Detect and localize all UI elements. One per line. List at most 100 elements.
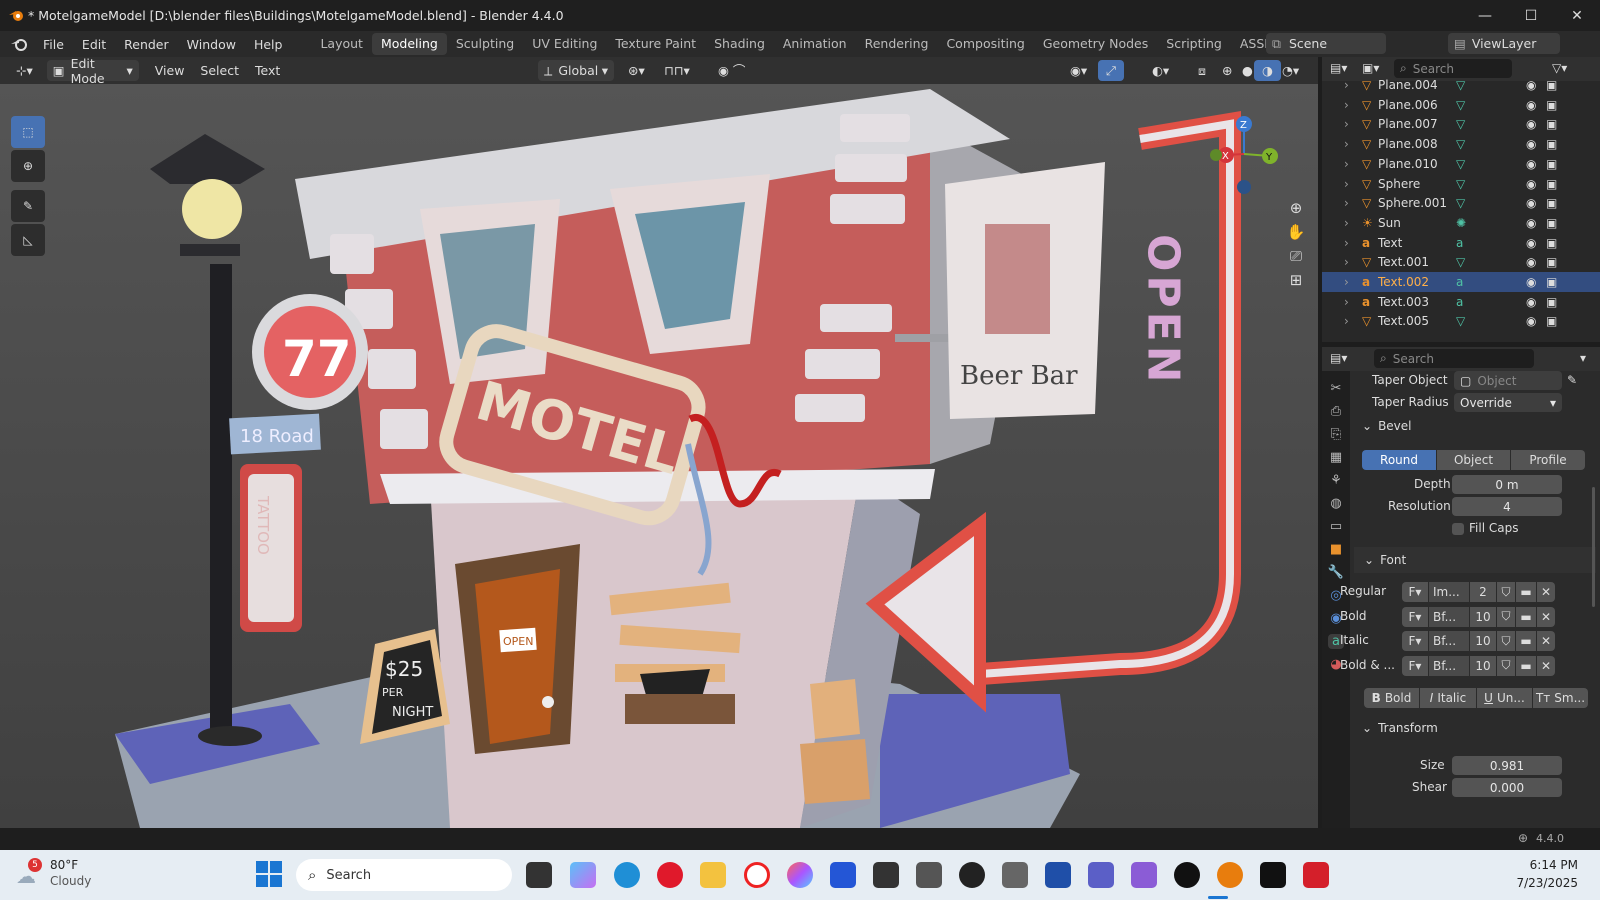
clock-time[interactable]: 6:14 PM (1498, 858, 1578, 872)
render-camera-icon[interactable]: ▣ (1546, 196, 1557, 210)
expand-chevron-icon[interactable]: › (1344, 98, 1349, 112)
render-camera-icon[interactable]: ▣ (1546, 137, 1557, 151)
app-icon-3[interactable] (1260, 862, 1286, 888)
mesh-data-icon[interactable]: ▽ (1456, 196, 1465, 210)
expand-chevron-icon[interactable]: › (1344, 255, 1349, 269)
menu-render[interactable]: Render (115, 37, 178, 52)
pinterest-icon[interactable] (657, 862, 683, 888)
font-name-field[interactable]: Bf... (1429, 655, 1469, 676)
outliner-row[interactable]: › ▽ Plane.010 ▽ ◉ ▣ (1322, 154, 1600, 174)
open-folder-icon[interactable]: ▬ (1516, 582, 1536, 602)
visibility-eye-icon[interactable]: ◉ (1526, 275, 1536, 289)
font-browse-icon[interactable]: F▾ (1402, 606, 1428, 627)
italic-toggle[interactable]: I Italic (1420, 688, 1476, 708)
blender-menu-icon[interactable] (10, 37, 28, 51)
world-tab-icon[interactable]: ◍ (1330, 496, 1341, 511)
outliner-row[interactable]: › a Text.002 a ◉ ▣ (1322, 272, 1600, 292)
visibility-eye-icon[interactable]: ◉ (1526, 78, 1536, 92)
visibility-eye-icon[interactable]: ◉ (1526, 98, 1536, 112)
render-camera-icon[interactable]: ▣ (1546, 78, 1557, 92)
tab-geometry-nodes[interactable]: Geometry Nodes (1034, 33, 1157, 55)
outliner-row[interactable]: › ▽ Text.001 ▽ ◉ ▣ (1322, 252, 1600, 272)
font-browse-icon[interactable]: F▾ (1402, 631, 1428, 651)
calculator-icon[interactable] (1002, 862, 1028, 888)
font-browse-icon[interactable]: F▾ (1402, 655, 1428, 676)
outliner-row[interactable]: › a Text.003 a ◉ ▣ (1322, 292, 1600, 312)
taskbar-search[interactable]: ⌕ Search (296, 859, 512, 891)
perspective-grid-icon[interactable]: ⊞ (1290, 271, 1303, 289)
weather-widget[interactable]: ☁ 5 (16, 858, 46, 888)
proportional-edit-icon[interactable]: ◉ ⌒ (710, 60, 753, 81)
font-users-count[interactable]: 10 (1470, 655, 1496, 676)
filter-icon[interactable]: ▽▾ (1552, 61, 1567, 75)
unlink-close-icon[interactable]: ✕ (1537, 655, 1555, 676)
expand-chevron-icon[interactable]: › (1344, 196, 1349, 210)
measure-tool[interactable]: ◺ (11, 224, 45, 256)
outliner-row[interactable]: › ▽ Text.005 ▽ ◉ ▣ (1322, 311, 1600, 331)
close-button[interactable]: ✕ (1554, 0, 1600, 31)
bevel-round-button[interactable]: Round (1362, 450, 1436, 470)
font-users-count[interactable]: 10 (1470, 631, 1496, 651)
text-data-icon[interactable]: a (1456, 275, 1463, 289)
outliner-row[interactable]: › ▽ Sphere.001 ▽ ◉ ▣ (1322, 193, 1600, 213)
tab-sculpting[interactable]: Sculpting (447, 33, 523, 55)
properties-scrollbar[interactable] (1592, 487, 1595, 607)
unity-icon[interactable] (916, 862, 942, 888)
collection-tab-icon[interactable]: ▭ (1330, 519, 1342, 534)
light-data-icon[interactable]: ✺ (1456, 216, 1466, 230)
visibility-eye-icon[interactable]: ◉ (1526, 255, 1536, 269)
outliner-editor-icon[interactable]: ▤▾ (1330, 61, 1347, 75)
modifier-tab-icon[interactable]: 🔧 (1328, 565, 1344, 580)
task-view-icon[interactable] (526, 862, 552, 888)
shear-field[interactable]: 0.000 (1452, 778, 1562, 797)
bevel-object-button[interactable]: Object (1437, 450, 1510, 470)
render-camera-icon[interactable]: ▣ (1546, 117, 1557, 131)
expand-chevron-icon[interactable]: › (1344, 177, 1349, 191)
object-tab-icon[interactable]: ■ (1330, 542, 1342, 557)
render-camera-icon[interactable]: ▣ (1546, 236, 1557, 250)
mesh-data-icon[interactable]: ▽ (1456, 137, 1465, 151)
outliner-row[interactable]: › ▽ Plane.006 ▽ ◉ ▣ (1322, 95, 1600, 115)
font-name-field[interactable]: Bf... (1429, 606, 1469, 627)
expand-chevron-icon[interactable]: › (1344, 78, 1349, 92)
expand-chevron-icon[interactable]: › (1344, 236, 1349, 250)
mode-dropdown[interactable]: ▣ Edit Mode ▾ (46, 56, 139, 86)
render-camera-icon[interactable]: ▣ (1546, 314, 1557, 328)
blender-taskbar-icon[interactable] (1217, 862, 1243, 888)
expand-chevron-icon[interactable]: › (1344, 117, 1349, 131)
tab-scripting[interactable]: Scripting (1157, 33, 1231, 55)
taper-object-field[interactable]: ▢ Object (1454, 371, 1562, 390)
render-camera-icon[interactable]: ▣ (1546, 255, 1557, 269)
menu-edit[interactable]: Edit (73, 37, 115, 52)
tab-compositing[interactable]: Compositing (937, 33, 1033, 55)
bevel-subpanel-header[interactable]: ⌄ Bevel (1356, 415, 1594, 437)
outliner-row[interactable]: › a Text a ◉ ▣ (1322, 233, 1600, 253)
xray-icon[interactable]: ⧈ (1190, 60, 1214, 81)
font-name-field[interactable]: Bf... (1429, 631, 1469, 651)
resolution-field[interactable]: 4 (1452, 497, 1562, 516)
menu-text[interactable]: Text (247, 60, 288, 81)
editor-type-icon[interactable]: ⊹▾ (8, 60, 41, 81)
fake-user-shield-icon[interactable]: ⛉ (1497, 655, 1515, 676)
notes-icon[interactable] (830, 862, 856, 888)
smallcaps-toggle[interactable]: Tт Sm... (1533, 688, 1588, 708)
render-camera-icon[interactable]: ▣ (1546, 177, 1557, 191)
tool-tab-icon[interactable]: ✂ (1331, 381, 1342, 396)
fill-caps-checkbox[interactable] (1452, 523, 1464, 535)
font-panel-header[interactable]: ⌄ Font (1354, 547, 1596, 573)
font-name-field[interactable]: Im... (1429, 582, 1469, 602)
scene-selector[interactable]: ⧉ Scene (1266, 33, 1386, 54)
text-data-icon[interactable]: a (1456, 236, 1463, 250)
viewlayer-selector[interactable]: ▤ ViewLayer (1448, 33, 1560, 54)
menu-window[interactable]: Window (178, 37, 245, 52)
transform-subpanel-header[interactable]: ⌄ Transform (1356, 717, 1594, 739)
visibility-eye-icon[interactable]: ◉ (1526, 117, 1536, 131)
fake-user-shield-icon[interactable]: ⛉ (1497, 631, 1515, 651)
output-tab-icon[interactable]: ⎘ (1331, 427, 1341, 442)
tab-shading[interactable]: Shading (705, 33, 774, 55)
unlink-close-icon[interactable]: ✕ (1537, 631, 1555, 651)
depth-field[interactable]: 0 m (1452, 475, 1562, 494)
pan-hand-icon[interactable]: ✋ (1287, 223, 1306, 241)
menu-view[interactable]: View (147, 60, 193, 81)
visibility-eye-icon[interactable]: ◉ (1526, 314, 1536, 328)
